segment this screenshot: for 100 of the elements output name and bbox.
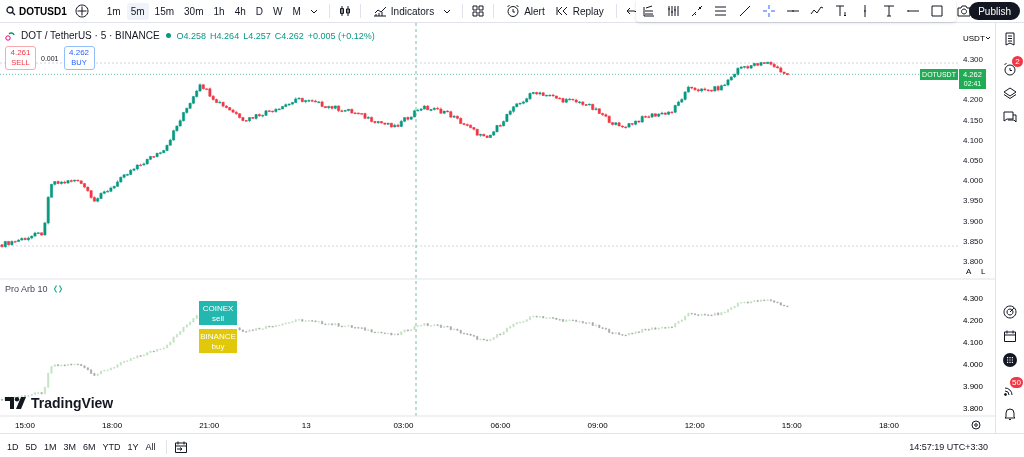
candlesticks (297, 96, 331, 110)
range-button[interactable]: 5D (22, 439, 41, 454)
symbol-search[interactable]: DOTUSD1 (4, 5, 73, 17)
parallel-lines-icon[interactable] (714, 4, 728, 18)
logo-icon (5, 397, 27, 409)
line-tool-icon[interactable] (738, 4, 752, 18)
indicator-axis-label: 4.300 (963, 294, 984, 303)
calendar-icon[interactable] (1003, 329, 1017, 343)
alerts-badge: 2 (1012, 56, 1023, 67)
watchlist-icon[interactable] (1003, 32, 1017, 46)
alert-button[interactable]: Alert (502, 1, 549, 21)
interval-tab[interactable]: 4h (230, 2, 250, 20)
currency-label[interactable]: USDT (963, 34, 985, 43)
text-icon[interactable] (882, 4, 896, 18)
scale-button[interactable]: A (966, 267, 972, 276)
pattern-icon[interactable] (690, 4, 704, 18)
chevron-down-icon[interactable] (985, 36, 991, 40)
indicator-axis-label: 3.900 (963, 382, 984, 391)
time-axis-label: 06:00 (490, 421, 511, 430)
fib-icon[interactable] (666, 4, 680, 18)
stream-button[interactable]: 50 (1001, 377, 1023, 397)
interval-tab[interactable]: 1m (102, 2, 125, 20)
chat-icon[interactable] (1003, 110, 1017, 124)
indicator-axis-label: 4.200 (963, 316, 984, 325)
indicator-axis-label: 3.800 (963, 404, 984, 413)
price-axis-label: 3.950 (963, 196, 984, 206)
interval-tab[interactable]: 30m (180, 2, 208, 20)
apps-grid-icon[interactable] (1003, 353, 1017, 367)
price-axis-label: 3.900 (963, 216, 984, 226)
time-axis-label: 09:00 (587, 421, 608, 430)
time-axis-label: 15:00 (781, 421, 802, 430)
price-axis-label: 4.200 (963, 95, 984, 105)
range-button[interactable]: 3M (60, 439, 80, 454)
line-chart-icon (372, 4, 387, 18)
symbol-title: DOT / TetherUS · 5 · BINANCE (21, 30, 160, 41)
camera-icon[interactable] (957, 4, 971, 18)
indicator-candlesticks (106, 357, 132, 372)
publish-button[interactable]: Publish (969, 2, 1020, 20)
interval-tab[interactable]: 1h (209, 2, 229, 20)
signal-label: COINEX sell (199, 301, 237, 325)
bell-icon[interactable] (1003, 407, 1017, 421)
interval-tab[interactable]: M (288, 2, 305, 20)
candlestick-icon[interactable] (337, 4, 352, 18)
rewind-icon (554, 4, 569, 18)
scale-button[interactable]: L (981, 267, 986, 276)
ohlc-value: O4.258 (176, 30, 207, 41)
alarm-clock-icon (506, 4, 521, 18)
price-axis-label: 3.850 (963, 236, 984, 246)
rectangle-icon[interactable] (930, 4, 944, 18)
grid-icon[interactable] (471, 4, 486, 18)
price-change: +0.005 (+0.12%) (307, 30, 375, 41)
interval-tab[interactable]: 15m (150, 2, 179, 20)
candlesticks (264, 97, 298, 117)
indicator-axis-label: 4.100 (963, 338, 984, 347)
range-button[interactable]: 1M (41, 439, 60, 454)
price-axis-label: 4.050 (963, 156, 984, 165)
time-axis-label: 18:00 (102, 421, 123, 430)
clock-label: 14:57:19 UTC+3:30 (909, 441, 988, 452)
range-button[interactable]: YTD (99, 439, 124, 454)
candlesticks (99, 168, 133, 199)
ohlc-value: L4.257 (243, 30, 271, 41)
indicators-button[interactable]: Indicators (368, 1, 439, 21)
status-dot (165, 33, 171, 38)
price-axis-label: 3.800 (963, 257, 984, 266)
replay-button[interactable]: Replay (550, 1, 608, 21)
interval-tab[interactable]: 5m (126, 2, 149, 20)
text-tool-icon[interactable] (834, 4, 848, 18)
indicator-axis-label: 4.000 (963, 360, 984, 369)
calendar-goto-icon[interactable] (173, 439, 188, 454)
price-axis-label: 4.000 (963, 176, 984, 186)
settings-icon[interactable] (971, 420, 981, 430)
time-axis-label: 15:00 (15, 421, 36, 430)
price-axis-label: 4.150 (963, 115, 984, 125)
time-axis-label: 13 (301, 421, 311, 430)
ohlc-value: C4.262 (274, 30, 304, 41)
layers-icon[interactable] (1003, 86, 1017, 100)
range-button[interactable]: All (142, 439, 159, 454)
coin-icon (5, 30, 15, 41)
code-braces-icon[interactable] (52, 284, 63, 294)
range-button[interactable]: 1Y (124, 439, 142, 454)
range-button[interactable]: 6M (80, 439, 99, 454)
indicator-name[interactable]: Pro Arb 10 (5, 284, 48, 294)
alarm-clock-button[interactable]: 2 (1001, 56, 1023, 76)
target-icon[interactable] (1003, 305, 1017, 319)
indicator-candlesticks (608, 328, 634, 337)
trend-lines-icon[interactable] (642, 4, 656, 18)
ohlc-value: H4.264 (210, 30, 240, 41)
candlesticks (429, 106, 463, 125)
time-axis-label: 21:00 (199, 421, 220, 430)
add-icon[interactable] (74, 4, 89, 18)
search-icon (6, 6, 16, 16)
interval-tab[interactable]: D (251, 2, 267, 20)
notifications-badge: 50 (1010, 377, 1023, 388)
time-axis-label: 18:00 (878, 421, 899, 430)
price-axis-label: 4.100 (963, 135, 984, 145)
alarm-clock-icon (1003, 61, 1017, 76)
price-axis-label: 4.300 (963, 55, 984, 64)
range-button[interactable]: 1D (4, 439, 22, 454)
interval-tab[interactable]: W (269, 2, 287, 20)
logo-text: TradingView (31, 395, 114, 411)
